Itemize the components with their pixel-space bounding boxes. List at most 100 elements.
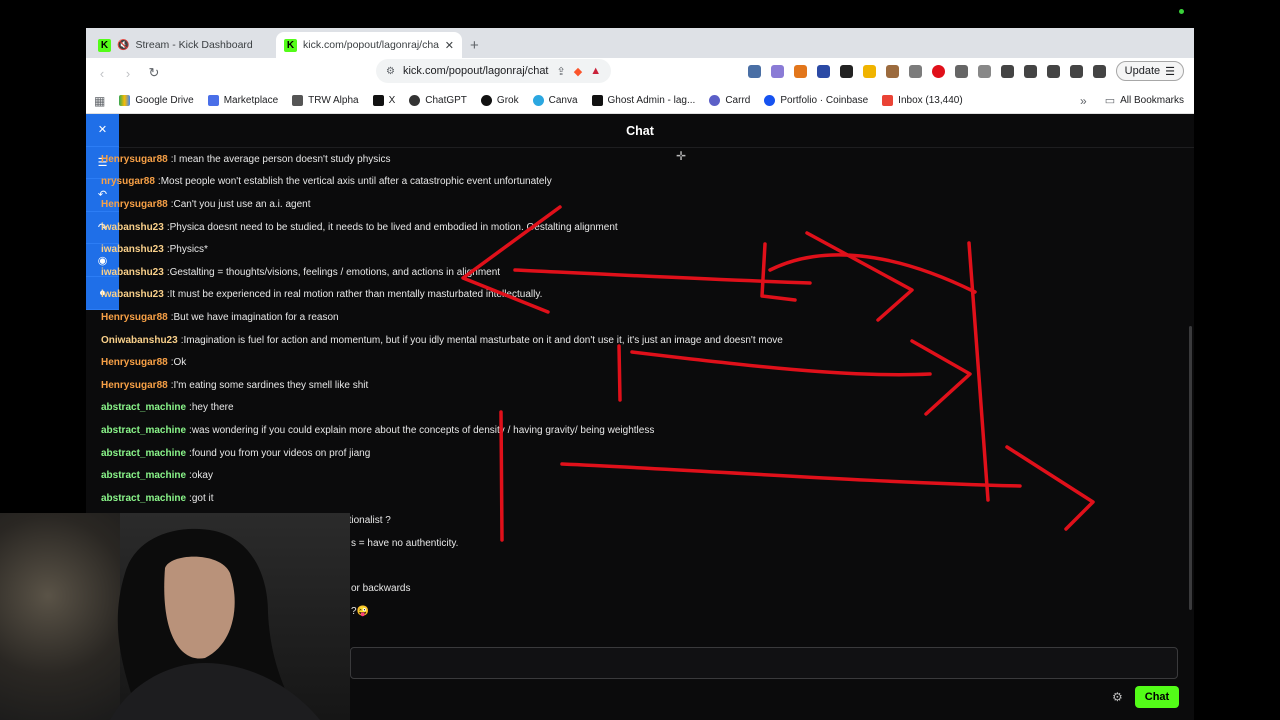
folder-icon: ▭ — [1104, 95, 1116, 107]
chat-username[interactable]: Henrysugar88 — [101, 380, 168, 391]
close-icon[interactable]: ✕ — [86, 114, 119, 147]
all-bookmarks-label: All Bookmarks — [1120, 95, 1184, 106]
chat-username[interactable]: abstract_machine — [101, 493, 186, 504]
carrd-icon — [709, 95, 721, 106]
ai-icon[interactable] — [1069, 64, 1083, 78]
screen: K 🔇 Stream - Kick Dashboard K kick.com/p… — [0, 0, 1280, 720]
chat-input[interactable] — [350, 647, 1178, 679]
tab-bar: K 🔇 Stream - Kick Dashboard K kick.com/p… — [86, 28, 1194, 58]
metamask-icon[interactable] — [793, 64, 807, 78]
bookmark-item[interactable]: Portfolio · Coinbase — [764, 95, 868, 106]
muted-speaker-icon[interactable]: 🔇 — [117, 40, 129, 51]
chat-username[interactable]: nrysugar88 — [101, 176, 155, 187]
chat-message: abstract_machine: okay — [101, 464, 1161, 487]
bookmark-item[interactable]: Canva — [532, 95, 578, 106]
chat-text: Can't you just use an a.i. agent — [173, 198, 311, 210]
gear-icon[interactable]: ⚙ — [1112, 690, 1123, 704]
chat-message: abstract_machine: hey there — [101, 397, 1161, 420]
bookmark-label: ChatGPT — [425, 95, 467, 106]
tab-stream-dashboard[interactable]: K 🔇 Stream - Kick Dashboard — [90, 32, 276, 58]
chat-username[interactable]: Oniwabanshu23 — [101, 335, 178, 346]
sidebar-icon[interactable] — [1023, 64, 1037, 78]
chat-username[interactable]: iwabanshu23 — [101, 289, 164, 300]
extensions-area: Update ☰ — [747, 61, 1184, 81]
chat-text: Gestalting = thoughts/visions, feelings … — [169, 266, 501, 278]
chat-scrollbar[interactable] — [1189, 326, 1192, 610]
chat-username[interactable]: abstract_machine — [101, 470, 186, 481]
back-icon[interactable]: ‹ — [94, 65, 110, 81]
shield-icon[interactable] — [908, 64, 922, 78]
chat-username[interactable]: abstract_machine — [101, 425, 186, 436]
reload-icon[interactable]: ↻ — [146, 65, 162, 81]
chat-username[interactable]: iwabanshu23 — [101, 244, 164, 255]
chat-text: But we have imagination for a reason — [173, 311, 339, 323]
chat-message: abstract_machine: got it — [101, 487, 1161, 510]
bookmark-item[interactable]: ChatGPT — [409, 95, 467, 106]
chat-username[interactable]: abstract_machine — [101, 448, 186, 459]
pencil-icon[interactable] — [862, 64, 876, 78]
chat-text: or backwards — [351, 583, 411, 595]
chat-message: abstract_machine: found you from your vi… — [101, 442, 1161, 465]
site-info-icon[interactable]: ⚙ — [386, 66, 395, 77]
send-chat-button[interactable]: Chat — [1135, 686, 1179, 708]
chatgpt-icon — [409, 95, 421, 106]
chat-username[interactable]: Henrysugar88 — [101, 312, 168, 323]
x-icon — [372, 95, 384, 106]
vpn-icon[interactable] — [1092, 64, 1106, 78]
chat-text: was wondering if you could explain more … — [191, 424, 655, 436]
tab-chat-popout[interactable]: K kick.com/popout/lagonraj/chat ✕ — [276, 32, 462, 58]
extension-icon[interactable] — [977, 64, 991, 78]
bookmark-label: Portfolio · Coinbase — [780, 95, 869, 106]
opera-icon[interactable] — [931, 64, 945, 78]
brave-rewards-icon[interactable]: ▲ — [590, 65, 601, 77]
bookmark-label: Ghost Admin - lag... — [607, 95, 696, 106]
coinbase-icon — [764, 95, 776, 106]
chat-username[interactable]: Henrysugar88 — [101, 357, 168, 368]
chat-message: iwabanshu23: It must be experienced in r… — [101, 284, 1161, 307]
bookmark-item[interactable]: Google Drive — [119, 95, 194, 106]
bookmark-item[interactable]: Ghost Admin - lag... — [591, 95, 696, 106]
bookmark-label: Canva — [548, 95, 578, 106]
tab-title: kick.com/popout/lagonraj/chat — [303, 39, 439, 51]
chat-username[interactable]: Henrysugar88 — [101, 154, 168, 165]
music-icon[interactable] — [1000, 64, 1014, 78]
chat-username[interactable]: Henrysugar88 — [101, 199, 168, 210]
address-bar[interactable]: ⚙ kick.com/popout/lagonraj/chat ⇪ ◆ ▲ — [376, 59, 612, 83]
chat-message: iwabanshu23: Gestalting = thoughts/visio… — [101, 261, 1161, 284]
apps-grid-icon[interactable]: ▦ — [94, 94, 105, 108]
extension-icon[interactable] — [747, 64, 761, 78]
chat-message: abstract_machine: was wondering if you c… — [101, 419, 1161, 442]
bookmark-label: Inbox (13,440) — [898, 95, 963, 106]
extension-icon[interactable] — [770, 64, 784, 78]
update-button[interactable]: Update ☰ — [1115, 61, 1184, 81]
bookmark-item[interactable]: Marketplace — [207, 95, 278, 106]
chat-username[interactable]: iwabanshu23 — [101, 222, 164, 233]
chat-username[interactable]: iwabanshu23 — [101, 267, 164, 278]
puzzle-icon[interactable] — [954, 64, 968, 78]
bookmark-item[interactable]: Carrd — [709, 95, 750, 106]
extension-icon[interactable] — [885, 64, 899, 78]
wallet-icon[interactable] — [1046, 64, 1060, 78]
share-icon[interactable]: ⇪ — [557, 65, 566, 78]
forward-icon[interactable]: › — [120, 65, 136, 81]
extension-icon[interactable] — [839, 64, 853, 78]
extension-icon[interactable] — [816, 64, 830, 78]
streamer-silhouette — [110, 528, 320, 720]
new-tab-icon[interactable]: + — [470, 37, 479, 54]
all-bookmarks-button[interactable]: ▭ All Bookmarks — [1105, 94, 1184, 107]
chat-text: Ok — [173, 357, 187, 369]
bookmark-item[interactable]: Inbox (13,440) — [882, 95, 963, 106]
bookmark-item[interactable]: Grok — [480, 95, 519, 106]
bookmark-item[interactable]: TRW Alpha — [292, 95, 359, 106]
chat-message: Oniwabanshu23: Imagination is fuel for a… — [101, 329, 1161, 352]
bookmark-item[interactable]: X — [372, 95, 396, 106]
gmail-icon — [882, 95, 894, 106]
chat-username[interactable]: abstract_machine — [101, 402, 186, 413]
brave-shield-icon[interactable]: ◆ — [574, 65, 582, 78]
close-tab-icon[interactable]: ✕ — [445, 39, 454, 52]
ghost-icon — [591, 95, 603, 106]
trw-icon — [292, 95, 304, 106]
chat-text: I'm eating some sardines they smell like… — [173, 379, 369, 391]
bookmark-label: X — [388, 95, 396, 106]
more-bookmarks-icon[interactable]: » — [1080, 94, 1087, 108]
